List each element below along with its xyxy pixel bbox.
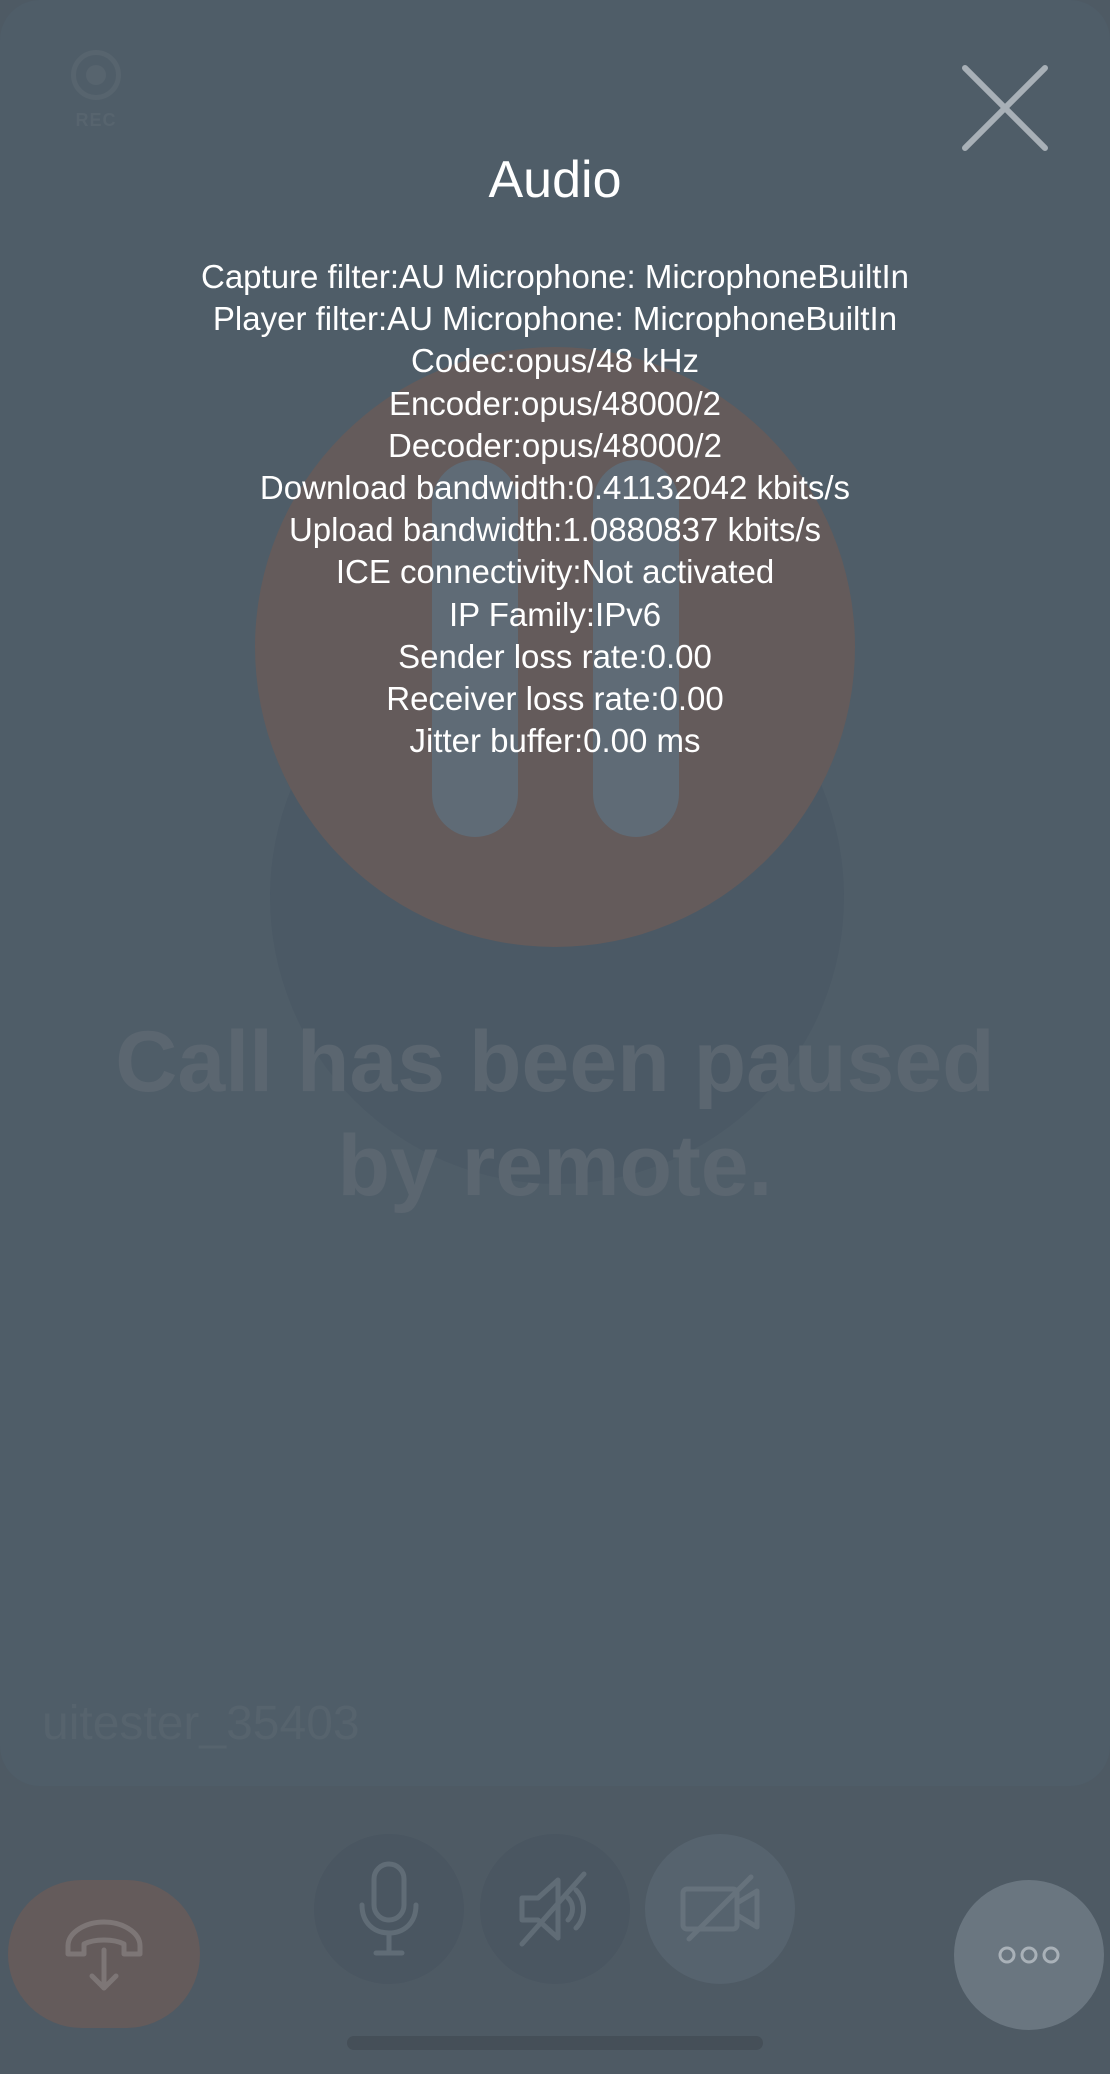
- speaker-button[interactable]: [480, 1834, 630, 1984]
- stats-title: Audio: [488, 151, 622, 209]
- stats-line-player-filter: Player filter:AU Microphone: MicrophoneB…: [212, 300, 898, 338]
- record-label: REC: [75, 110, 117, 130]
- home-indicator[interactable]: [347, 2036, 763, 2050]
- speaker-muted-icon: [519, 1871, 587, 1947]
- close-stats-button[interactable]: [955, 58, 1055, 158]
- video-button[interactable]: [645, 1834, 795, 1984]
- call-transfer-down-icon: [65, 1919, 143, 1991]
- stats-line-capture-filter: Capture filter:AU Microphone: Microphone…: [200, 258, 909, 295]
- call-paused-message: Call has been paused by remote.: [115, 1014, 995, 1214]
- stats-line-codec: Codec:opus/48 kHz: [411, 342, 699, 380]
- stats-line-decoder: Decoder:opus/48000/2: [388, 426, 722, 464]
- video-off-icon: [680, 1874, 760, 1942]
- record-icon: [71, 50, 121, 100]
- stats-line-ip-family: IP Family:IPv6: [448, 595, 662, 633]
- remote-username: uitester_35403: [42, 1697, 360, 1750]
- stats-line-encoder: Encoder:opus/48000/2: [388, 384, 722, 422]
- more-dots-icon: [998, 1946, 1060, 1964]
- stats-line-receiver-loss: Receiver loss rate:0.00: [386, 680, 724, 718]
- more-options-button[interactable]: [954, 1880, 1104, 2030]
- stats-line-ice-connectivity: ICE connectivity:Not activated: [335, 553, 775, 591]
- microphone-icon: [359, 1861, 419, 1956]
- microphone-button[interactable]: [314, 1834, 464, 1984]
- record-button[interactable]: REC: [70, 50, 122, 130]
- stats-line-download-bandwidth: Download bandwidth:0.41132042 kbits/s: [259, 469, 851, 507]
- stats-line-sender-loss: Sender loss rate:0.00: [398, 637, 712, 675]
- stats-line-upload-bandwidth: Upload bandwidth:1.0880837 kbits/s: [288, 511, 822, 549]
- hangup-button[interactable]: [8, 1880, 200, 2028]
- close-icon: [962, 65, 1048, 151]
- stats-line-jitter-buffer: Jitter buffer:0.00 ms: [409, 722, 701, 760]
- stats-list: Capture filter:AU Microphone: Microphone…: [0, 256, 1110, 762]
